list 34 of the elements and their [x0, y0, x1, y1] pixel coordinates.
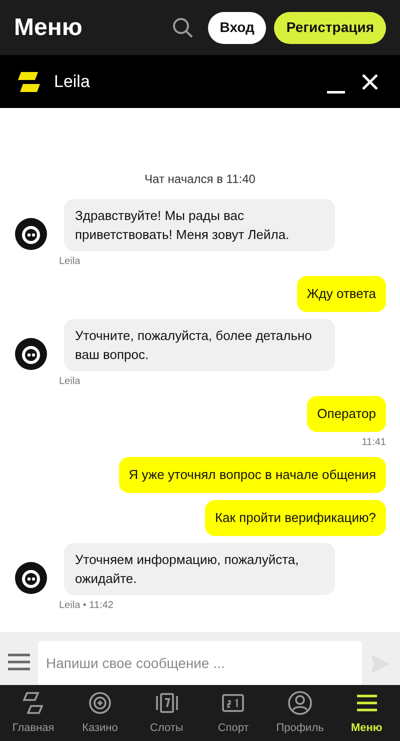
page-title: Меню [14, 12, 84, 42]
nav-tab[interactable]: Слоты [133, 685, 200, 741]
login-button[interactable]: Вход [208, 12, 266, 44]
user-message: Я уже уточнял вопрос в начале общения [118, 457, 386, 493]
user-message: Как пройти верификацию? [204, 500, 386, 536]
close-icon [362, 74, 378, 90]
nav-tab[interactable]: Спорт [200, 685, 267, 741]
agent-message: Уточняем информацию, пожалуйста, ожидайте. [64, 543, 335, 595]
minimize-icon [327, 90, 345, 94]
message-meta: Leila [59, 375, 82, 389]
chip-icon [86, 690, 113, 716]
chat-start-note: Чат начался в 11:40 [144, 171, 256, 188]
nav-tab[interactable]: Казино [66, 685, 134, 741]
agent-message: Уточните, пожалуйста, более детально ваш вопрос. [64, 319, 335, 371]
bot-avatar-icon [14, 217, 48, 251]
user-message: Оператор [307, 396, 386, 432]
register-button[interactable]: Регистрация [274, 12, 386, 44]
message-time: 11:41 [362, 436, 386, 450]
bot-avatar-icon [14, 561, 48, 595]
profile-icon [286, 690, 313, 716]
message-meta: Leila • 11:42 [59, 599, 114, 613]
search-icon [172, 16, 194, 38]
agent-name: Leila [54, 70, 91, 93]
agent-message: Здравствуйте! Мы рады вас приветствовать! Меня зовут Лейла. [64, 199, 335, 251]
logo-icon [18, 70, 40, 92]
tiles-icon [20, 690, 46, 716]
bot-avatar-icon [14, 337, 48, 371]
menu-icon [8, 653, 30, 671]
user-message: Жду ответа [296, 276, 386, 312]
message-meta: Leila [59, 255, 82, 269]
nav-tab[interactable]: Профиль [266, 685, 334, 741]
message-field[interactable]: Напиши свое сообщение ... [38, 641, 362, 685]
nav-tab[interactable]: Главная [0, 685, 67, 741]
nav-tab[interactable]: Меню [333, 685, 400, 741]
